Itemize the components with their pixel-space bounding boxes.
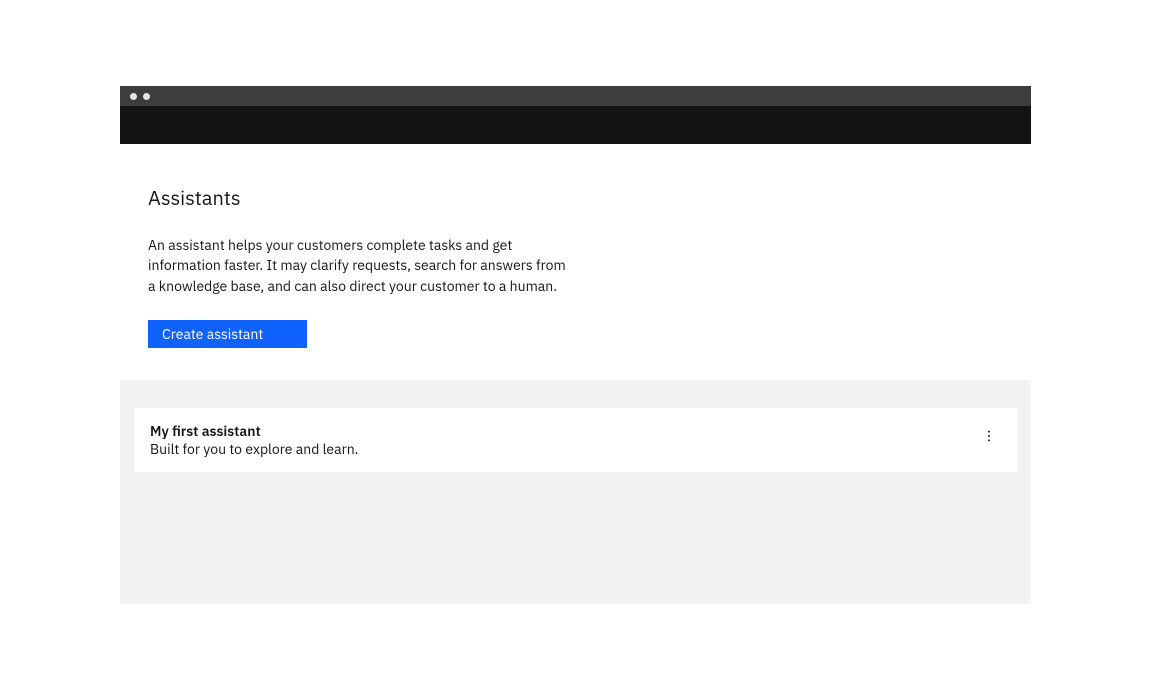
app-header-bar: [120, 106, 1031, 144]
assistant-name: My first assistant: [150, 422, 977, 440]
assistant-card-text: My first assistant Built for you to expl…: [150, 422, 977, 458]
assistant-description: Built for you to explore and learn.: [150, 440, 977, 458]
content-header-section: Assistants An assistant helps your custo…: [120, 144, 1031, 380]
create-assistant-button[interactable]: Create assistant: [148, 320, 307, 348]
assistants-list-section: My first assistant Built for you to expl…: [120, 380, 1031, 532]
assistant-card[interactable]: My first assistant Built for you to expl…: [134, 408, 1017, 472]
window-control-dot[interactable]: [143, 93, 150, 100]
page-description: An assistant helps your customers comple…: [148, 235, 568, 296]
window-control-dot[interactable]: [130, 93, 137, 100]
assistant-overflow-menu-button[interactable]: [977, 424, 1001, 448]
create-assistant-button-label: Create assistant: [162, 325, 263, 343]
window-titlebar: [120, 86, 1031, 106]
overflow-menu-vertical-icon: [982, 429, 996, 443]
page-title: Assistants: [148, 184, 1003, 211]
window-frame: Assistants An assistant helps your custo…: [120, 86, 1031, 604]
